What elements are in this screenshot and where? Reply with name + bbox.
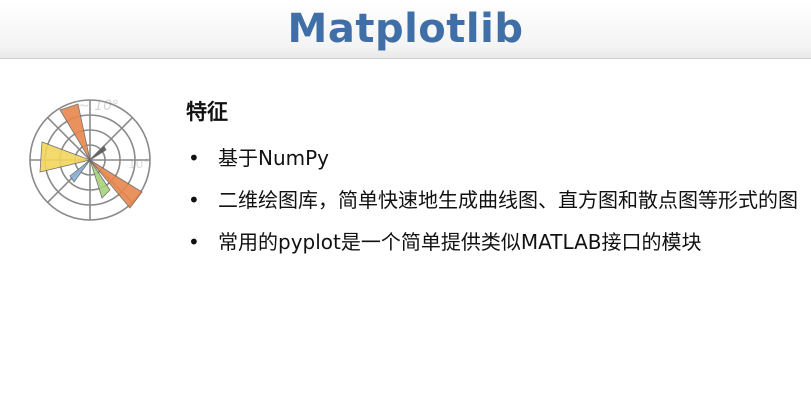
bullet-dot-icon: •: [188, 146, 200, 170]
slide-title: Matplotlib: [287, 6, 524, 52]
bullet-item: • 二维绘图库，简单快速地生成曲线图、直方图和散点图等形式的图: [186, 184, 806, 216]
svg-text:10°: 10°: [128, 157, 149, 171]
bullet-dot-icon: •: [188, 230, 200, 254]
bullet-text: 二维绘图库，简单快速地生成曲线图、直方图和散点图等形式的图: [218, 188, 798, 212]
bullet-item: • 常用的pyplot是一个简单提供类似MATLAB接口的模块: [186, 226, 806, 258]
bullet-list: • 基于NumPy • 二维绘图库，简单快速地生成曲线图、直方图和散点图等形式的…: [186, 142, 806, 268]
bullet-text: 常用的pyplot是一个简单提供类似MATLAB接口的模块: [218, 230, 702, 254]
bullet-dot-icon: •: [188, 188, 200, 212]
slide-header: Matplotlib: [0, 0, 811, 59]
matplotlib-logo-icon: ~ 10° 10°: [29, 98, 151, 221]
bullet-text: 基于NumPy: [218, 146, 330, 170]
section-title: 特征: [186, 100, 228, 124]
bullet-item: • 基于NumPy: [186, 142, 806, 174]
